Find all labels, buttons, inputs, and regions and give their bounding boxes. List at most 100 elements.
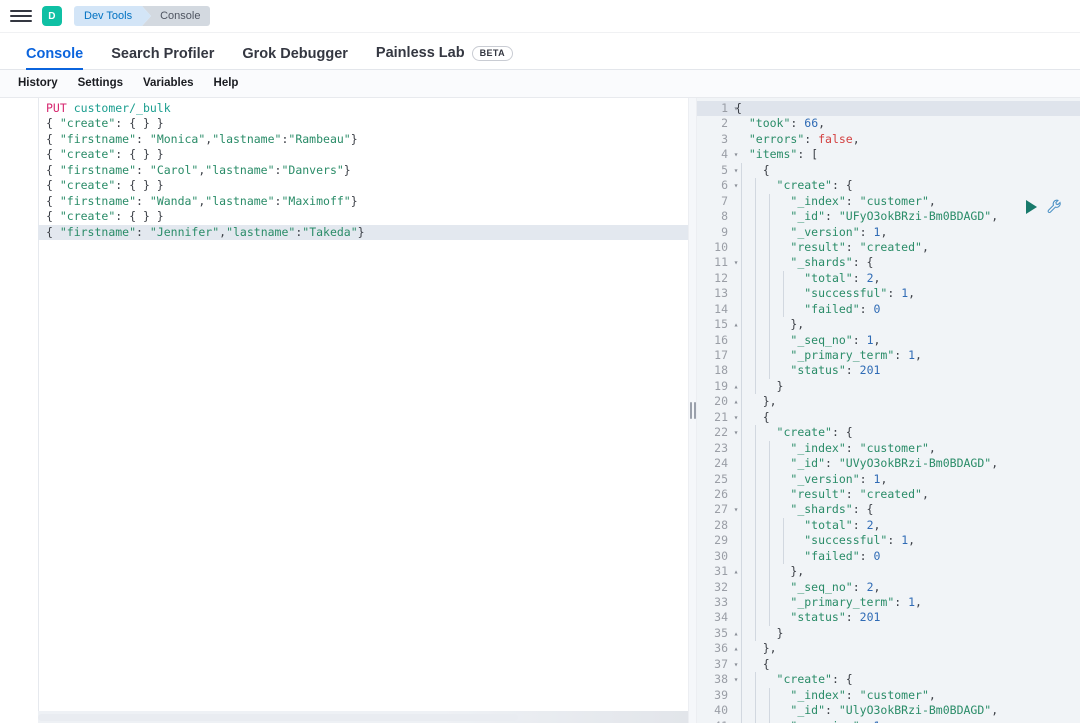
fold-toggle-icon[interactable]: ▾ xyxy=(732,101,740,116)
code-line[interactable]: 32 "_seq_no": 2, xyxy=(689,580,1080,595)
fold-toggle-icon[interactable]: ▴ xyxy=(732,379,740,394)
tab-search-profiler-label: Search Profiler xyxy=(111,47,214,62)
code-line[interactable]: 16 "_seq_no": 1, xyxy=(689,333,1080,348)
code-line[interactable]: 38▾ "create": { xyxy=(689,672,1080,687)
code-line[interactable]: 24 "_id": "UVyO3okBRzi-Bm0BDAGD", xyxy=(689,456,1080,471)
fold-toggle-icon[interactable]: ▾ xyxy=(732,178,740,193)
code-line[interactable]: 22▾ "create": { xyxy=(689,425,1080,440)
code-line-text: "status": 201 xyxy=(731,363,880,378)
fold-toggle-icon[interactable]: ▴ xyxy=(732,394,740,409)
submenu-item-settings[interactable]: Settings xyxy=(68,78,133,90)
code-line[interactable]: 14 "failed": 0 xyxy=(689,302,1080,317)
indent-guide xyxy=(755,178,756,193)
fold-toggle-icon[interactable]: ▴ xyxy=(732,641,740,656)
fold-toggle-icon[interactable]: ▴ xyxy=(732,564,740,579)
code-line[interactable]: 3 "errors": false, xyxy=(689,132,1080,147)
fold-toggle-icon[interactable]: ▾ xyxy=(732,425,740,440)
code-line[interactable]: 19▴ } xyxy=(689,379,1080,394)
indent-guide xyxy=(769,348,770,363)
code-line[interactable]: 4{ "create": { } } xyxy=(0,147,688,162)
code-line[interactable]: 28 "total": 2, xyxy=(689,518,1080,533)
tab-grok-debugger[interactable]: Grok Debugger xyxy=(228,47,362,70)
code-line-text: "took": 66, xyxy=(731,116,825,131)
code-line[interactable]: 6{ "create": { } } xyxy=(0,178,688,193)
code-line[interactable]: 4▾ "items": [ xyxy=(689,147,1080,162)
play-icon[interactable] xyxy=(1026,200,1037,214)
code-line[interactable]: 40 "_id": "UlyO3okBRzi-Bm0BDAGD", xyxy=(689,703,1080,718)
code-line[interactable]: 30 "failed": 0 xyxy=(689,549,1080,564)
code-line[interactable]: 7{ "firstname": "Wanda","lastname":"Maxi… xyxy=(0,194,688,209)
code-line[interactable]: 11▾ "_shards": { xyxy=(689,255,1080,270)
code-line[interactable]: 41 "_version": 1, xyxy=(689,719,1080,723)
request-editor[interactable]: 1PUT customer/_bulk2{ "create": { } }3{ … xyxy=(0,98,688,723)
submenu-item-history[interactable]: History xyxy=(8,78,68,90)
code-line[interactable]: 34 "status": 201 xyxy=(689,610,1080,625)
code-line[interactable]: 35▴ } xyxy=(689,626,1080,641)
indent-guide xyxy=(741,564,742,579)
code-line[interactable]: 3{ "firstname": "Monica","lastname":"Ram… xyxy=(0,132,688,147)
editor-horizontal-scrollbar[interactable] xyxy=(38,711,688,723)
tab-painless-lab[interactable]: Painless Lab BETA xyxy=(362,46,527,69)
code-line[interactable]: 1PUT customer/_bulk xyxy=(0,101,688,116)
avatar[interactable]: D xyxy=(42,6,62,26)
code-line[interactable]: 5▾ { xyxy=(689,163,1080,178)
code-line[interactable]: 1▾{ xyxy=(689,101,1080,116)
response-viewer[interactable]: 1▾{2 "took": 66,3 "errors": false,4▾ "it… xyxy=(688,98,1080,723)
fold-toggle-icon[interactable]: ▴ xyxy=(732,317,740,332)
code-line[interactable]: 8 "_id": "UFyO3okBRzi-Bm0BDAGD", xyxy=(689,209,1080,224)
code-line[interactable]: 39 "_index": "customer", xyxy=(689,688,1080,703)
code-line[interactable]: 27▾ "_shards": { xyxy=(689,502,1080,517)
code-line[interactable]: 8{ "create": { } } xyxy=(0,209,688,224)
code-line[interactable]: 18 "status": 201 xyxy=(689,363,1080,378)
fold-toggle-icon[interactable]: ▾ xyxy=(732,410,740,425)
submenu-item-variables[interactable]: Variables xyxy=(133,78,204,90)
code-line[interactable]: 7 "_index": "customer", xyxy=(689,194,1080,209)
indent-guide xyxy=(769,333,770,348)
indent-guide xyxy=(741,580,742,595)
fold-toggle-icon[interactable]: ▾ xyxy=(732,672,740,687)
code-line[interactable]: 29 "successful": 1, xyxy=(689,533,1080,548)
indent-guide xyxy=(741,688,742,703)
fold-toggle-icon[interactable]: ▾ xyxy=(732,147,740,162)
code-line[interactable]: 21▾ { xyxy=(689,410,1080,425)
indent-guide xyxy=(741,255,742,270)
fold-toggle-icon[interactable]: ▾ xyxy=(732,163,740,178)
code-line-text: { "create": { } } xyxy=(38,116,164,131)
code-line[interactable]: 13 "successful": 1, xyxy=(689,286,1080,301)
hamburger-icon[interactable] xyxy=(10,5,32,27)
fold-toggle-icon[interactable]: ▾ xyxy=(732,657,740,672)
code-line[interactable]: 12 "total": 2, xyxy=(689,271,1080,286)
fold-toggle-icon[interactable]: ▾ xyxy=(732,502,740,517)
indent-guide xyxy=(755,533,756,548)
wrench-icon[interactable] xyxy=(1047,199,1062,214)
code-line[interactable]: 37▾ { xyxy=(689,657,1080,672)
code-line[interactable]: 10 "result": "created", xyxy=(689,240,1080,255)
code-line[interactable]: 20▴ }, xyxy=(689,394,1080,409)
code-line[interactable]: 17 "_primary_term": 1, xyxy=(689,348,1080,363)
code-line[interactable]: 9 "_version": 1, xyxy=(689,225,1080,240)
code-line[interactable]: 2{ "create": { } } xyxy=(0,116,688,131)
code-line[interactable]: 23 "_index": "customer", xyxy=(689,441,1080,456)
code-line[interactable]: 36▴ }, xyxy=(689,641,1080,656)
code-line[interactable]: 31▴ }, xyxy=(689,564,1080,579)
fold-toggle-icon[interactable]: ▴ xyxy=(732,626,740,641)
code-line[interactable]: 26 "result": "created", xyxy=(689,487,1080,502)
pane-splitter[interactable] xyxy=(688,98,697,723)
code-line[interactable]: 2 "took": 66, xyxy=(689,116,1080,131)
tab-console[interactable]: Console xyxy=(12,47,97,70)
editor-scroll-thumb[interactable] xyxy=(38,714,518,721)
code-line[interactable]: 33 "_primary_term": 1, xyxy=(689,595,1080,610)
code-line[interactable]: 5{ "firstname": "Carol","lastname":"Danv… xyxy=(0,163,688,178)
code-line[interactable]: 9{ "firstname": "Jennifer","lastname":"T… xyxy=(0,225,688,240)
code-line-text: "failed": 0 xyxy=(731,302,880,317)
code-line[interactable]: 25 "_version": 1, xyxy=(689,472,1080,487)
indent-guide xyxy=(741,472,742,487)
tab-search-profiler[interactable]: Search Profiler xyxy=(97,47,228,70)
fold-toggle-icon[interactable]: ▾ xyxy=(732,255,740,270)
indent-guide xyxy=(741,379,742,394)
breadcrumb-item-dev-tools[interactable]: Dev Tools xyxy=(74,6,142,26)
code-line[interactable]: 15▴ }, xyxy=(689,317,1080,332)
submenu-item-help[interactable]: Help xyxy=(204,78,249,90)
code-line[interactable]: 6▾ "create": { xyxy=(689,178,1080,193)
breadcrumb-item-console[interactable]: Console xyxy=(142,6,210,26)
